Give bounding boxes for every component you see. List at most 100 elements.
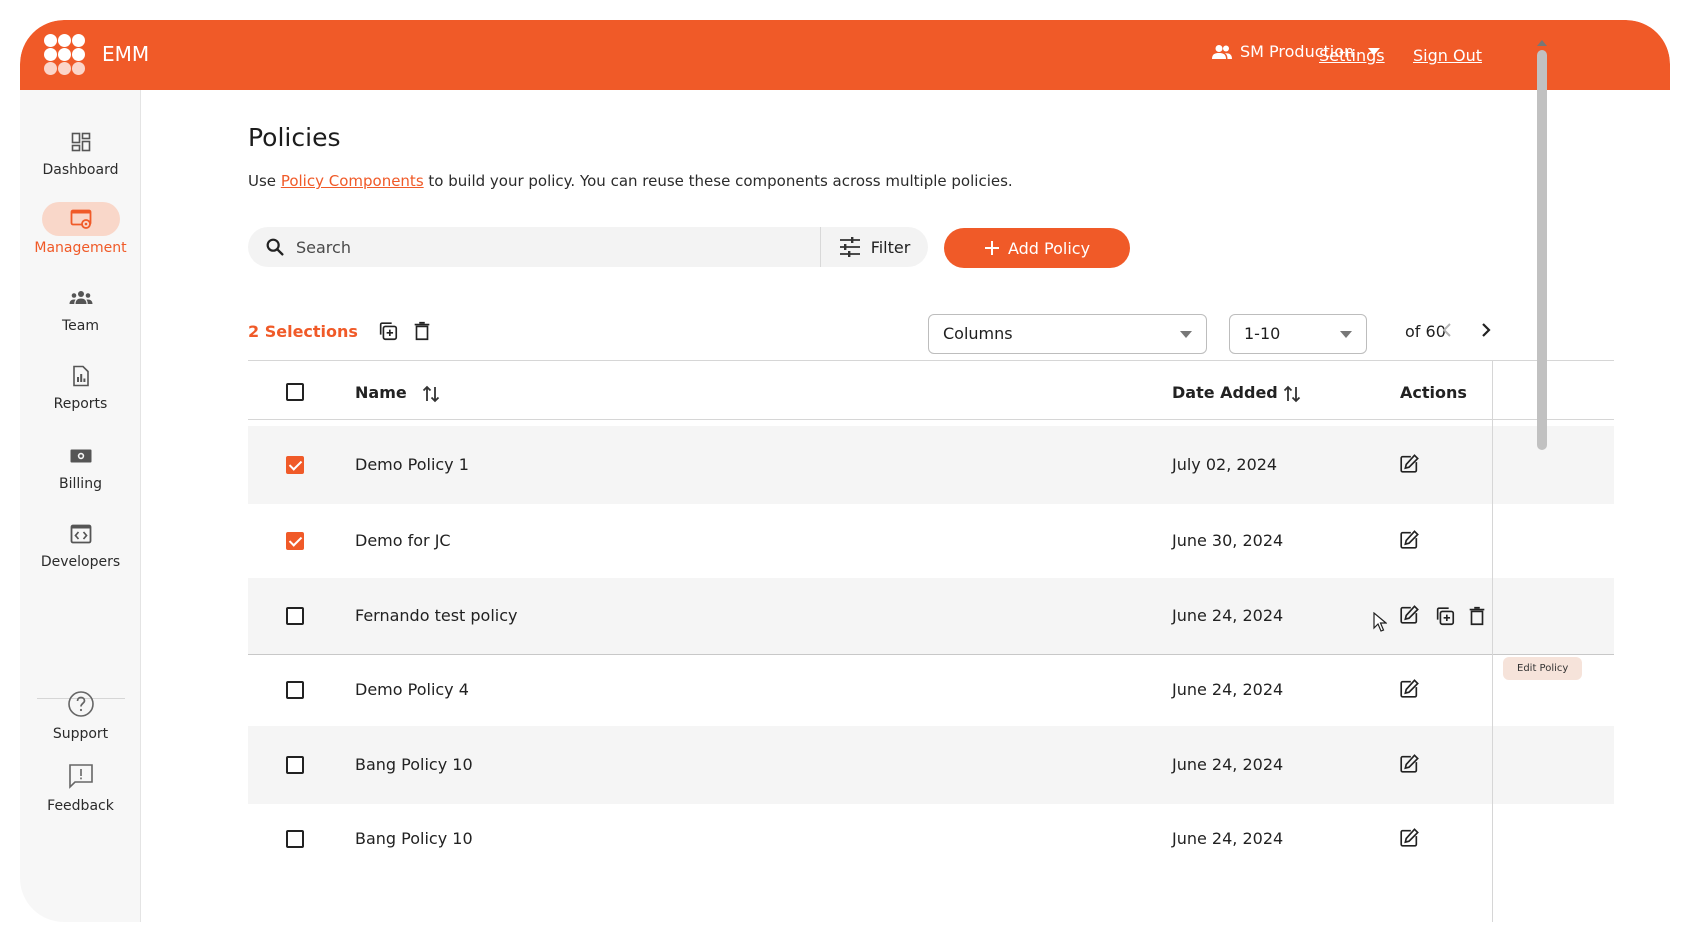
sidebar-item-team[interactable]: Team xyxy=(20,286,141,334)
row-checkbox[interactable] xyxy=(286,830,304,848)
sidebar-item-management[interactable]: Management xyxy=(20,202,141,256)
sidebar-item-label: Dashboard xyxy=(42,162,119,178)
management-icon xyxy=(70,209,91,229)
mouse-cursor-icon xyxy=(1373,612,1387,632)
table-row[interactable]: Fernando test policy June 24, 2024 xyxy=(248,578,1614,654)
help-icon xyxy=(67,691,94,717)
duplicate-policy-icon[interactable] xyxy=(1434,605,1456,627)
billing-icon xyxy=(70,449,91,463)
sidebar-item-billing[interactable]: Billing xyxy=(20,444,141,492)
subtitle-suffix: to build your policy. You can reuse thes… xyxy=(428,172,1013,190)
search-icon xyxy=(266,238,284,256)
add-policy-label: Add Policy xyxy=(1007,238,1091,258)
column-header-name: Name xyxy=(355,383,407,402)
sidebar-item-label: Billing xyxy=(59,476,102,492)
top-bar: EMM SM Production Settings Sign Out xyxy=(20,20,1670,90)
feedback-icon xyxy=(68,764,93,789)
sidebar-item-label: Management xyxy=(34,240,127,256)
columns-select-value: Columns xyxy=(943,324,1013,343)
dashboard-icon xyxy=(71,132,90,152)
policy-name: Bang Policy 10 xyxy=(355,755,473,774)
sidebar-item-label: Team xyxy=(61,318,99,334)
search-input[interactable] xyxy=(296,227,816,267)
date-added: June 24, 2024 xyxy=(1172,606,1284,625)
row-checkbox[interactable] xyxy=(286,532,304,550)
table-row[interactable]: Demo Policy 4 June 24, 2024 xyxy=(248,654,1614,726)
date-added: June 30, 2024 xyxy=(1172,531,1284,550)
sign-out-link[interactable]: Sign Out xyxy=(1413,46,1482,65)
row-divider xyxy=(248,654,1614,655)
sidebar-item-support[interactable]: Support xyxy=(20,690,141,742)
date-added: July 02, 2024 xyxy=(1172,455,1278,474)
policy-name: Bang Policy 10 xyxy=(355,829,473,848)
plus-icon xyxy=(984,241,999,255)
date-added: June 24, 2024 xyxy=(1172,755,1284,774)
delete-policy-icon[interactable] xyxy=(1466,605,1488,627)
filter-label: Filter xyxy=(870,237,911,257)
edit-policy-icon[interactable] xyxy=(1398,753,1420,775)
sidebar-item-label: Developers xyxy=(40,554,121,570)
scroll-up-arrow[interactable] xyxy=(1537,40,1547,46)
row-checkbox[interactable] xyxy=(286,756,304,774)
columns-select[interactable]: Columns xyxy=(928,314,1207,354)
page-range-value: 1-10 xyxy=(1244,324,1281,343)
sort-icon[interactable] xyxy=(422,385,440,403)
sidebar-item-reports[interactable]: Reports xyxy=(20,364,141,412)
add-policy-button[interactable]: Add Policy xyxy=(944,228,1130,268)
date-added: June 24, 2024 xyxy=(1172,829,1284,848)
total-count: of 60 xyxy=(1405,322,1446,341)
subtitle-prefix: Use xyxy=(248,172,277,190)
duplicate-selected-icon[interactable] xyxy=(377,320,399,342)
row-checkbox[interactable] xyxy=(286,607,304,625)
filter-button[interactable]: Filter xyxy=(820,227,928,267)
table-header: Name Date Added Actions xyxy=(248,360,1614,420)
search-bar: Filter xyxy=(248,227,928,267)
page-size-select[interactable]: 1-10 xyxy=(1229,314,1367,354)
column-header-date: Date Added xyxy=(1172,383,1278,402)
caret-down-icon xyxy=(1180,331,1192,338)
sort-icon[interactable] xyxy=(1283,385,1301,403)
table-row[interactable]: Demo for JC June 30, 2024 xyxy=(248,504,1614,578)
policies-table: Name Date Added Actions Demo Policy 1 Jul… xyxy=(248,360,1614,922)
previous-page-icon[interactable] xyxy=(1441,322,1455,338)
edit-policy-icon[interactable] xyxy=(1398,529,1420,551)
people-icon xyxy=(1212,44,1232,59)
sidebar-item-developers[interactable]: Developers xyxy=(20,522,141,570)
sidebar-item-feedback[interactable]: Feedback xyxy=(20,762,141,814)
main-content: Policies Use Policy Components to build … xyxy=(141,90,1670,922)
edit-policy-icon[interactable] xyxy=(1398,827,1420,849)
policy-name: Demo Policy 4 xyxy=(355,680,469,699)
page-subtitle: Use Policy Components to build your poli… xyxy=(248,172,1013,190)
scroll-thumb[interactable] xyxy=(1537,50,1547,450)
sidebar-item-label: Feedback xyxy=(47,798,114,814)
table-row[interactable]: Demo Policy 1 July 02, 2024 xyxy=(248,426,1614,504)
row-checkbox[interactable] xyxy=(286,456,304,474)
delete-selected-icon[interactable] xyxy=(411,320,433,342)
date-added: June 24, 2024 xyxy=(1172,680,1284,699)
sidebar-item-dashboard[interactable]: Dashboard xyxy=(20,130,141,178)
next-page-icon[interactable] xyxy=(1478,322,1492,338)
edit-policy-icon[interactable] xyxy=(1398,453,1420,475)
edit-policy-icon[interactable] xyxy=(1398,678,1420,700)
edit-policy-icon[interactable] xyxy=(1398,604,1420,626)
policy-components-link[interactable]: Policy Components xyxy=(281,172,424,190)
reports-icon xyxy=(72,365,89,387)
policy-name: Demo Policy 1 xyxy=(355,455,469,474)
actions-column-divider xyxy=(1492,360,1493,922)
app-window: EMM SM Production Settings Sign Out Dash xyxy=(20,20,1670,922)
brand-logo[interactable] xyxy=(44,34,86,76)
column-header-actions: Actions xyxy=(1400,383,1467,402)
active-indicator xyxy=(41,202,120,236)
vertical-scrollbar[interactable] xyxy=(1536,40,1548,850)
brand-name: EMM xyxy=(102,42,150,66)
select-all-checkbox[interactable] xyxy=(286,383,304,401)
filter-icon xyxy=(839,237,860,257)
table-row[interactable]: Bang Policy 10 June 24, 2024 xyxy=(248,726,1614,804)
settings-link[interactable]: Settings xyxy=(1319,46,1385,65)
page-title: Policies xyxy=(248,123,341,152)
row-checkbox[interactable] xyxy=(286,681,304,699)
policy-name: Fernando test policy xyxy=(355,606,518,625)
team-icon xyxy=(69,291,92,304)
sidebar-item-label: Reports xyxy=(53,396,108,412)
table-row[interactable]: Bang Policy 10 June 24, 2024 xyxy=(248,804,1614,874)
